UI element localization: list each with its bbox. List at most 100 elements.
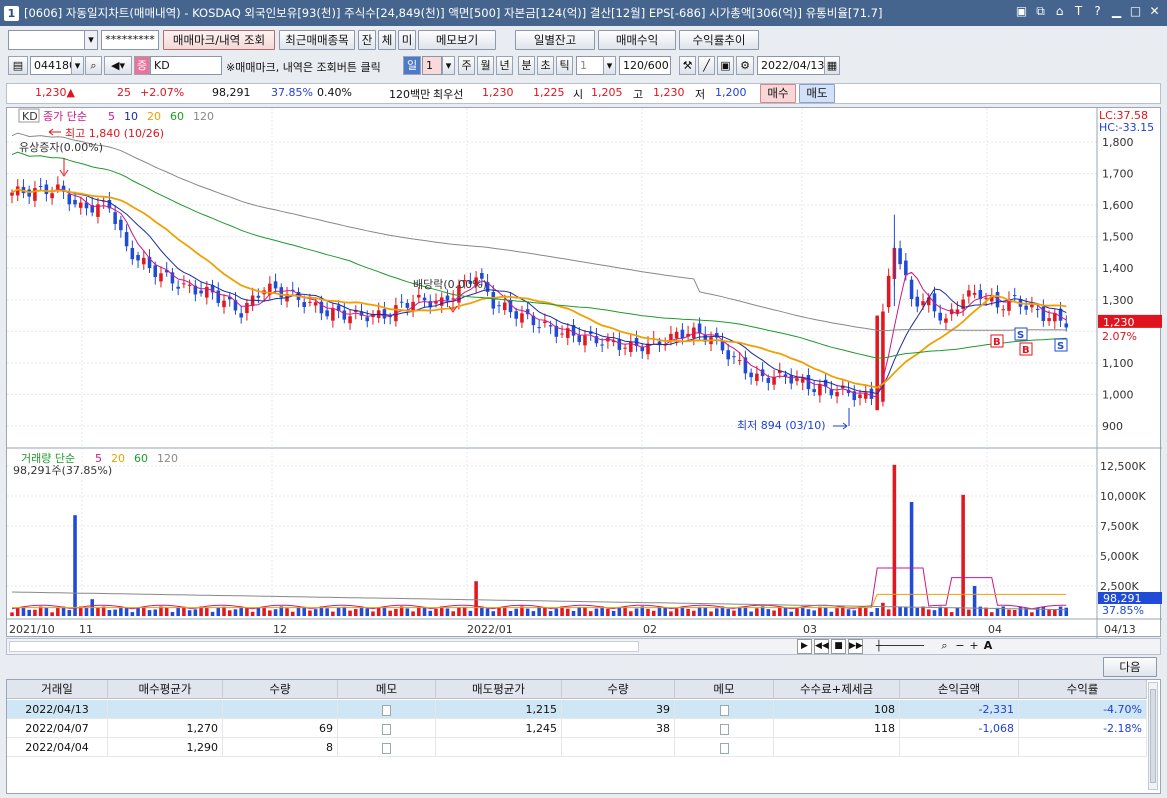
period-week-button[interactable]: 주	[458, 56, 475, 75]
bar-count-input[interactable]: 120/600	[619, 56, 671, 75]
sell-button[interactable]: 매도	[799, 84, 835, 103]
buy-button[interactable]: 매수	[760, 84, 796, 103]
volume-bar	[205, 608, 209, 616]
memo-icon[interactable]	[382, 704, 391, 716]
candle-body	[273, 281, 278, 289]
date-input[interactable]: 2022/04/13	[757, 56, 825, 75]
candle-body	[38, 185, 43, 187]
table-row[interactable]: 2022/04/13 1,215 39 108 -2,331 -4.70%	[7, 700, 1147, 719]
volume-pct: 37.85%	[271, 86, 313, 99]
font-icon[interactable]: T	[1072, 4, 1085, 18]
volume-bar	[147, 610, 152, 616]
lock-icon[interactable]: ⌂	[1053, 4, 1066, 18]
price-tick-label: 1,400	[1102, 262, 1134, 275]
chart-scrollbar[interactable]: ▶ ◀◀ ■ ▶▶ ┼─────── ⌕ − + A	[6, 638, 1161, 655]
chart-area[interactable]: 1,800 1,700 1,600 1,500 1,400 1,300 1,100 1,000…	[6, 107, 1162, 638]
stop-icon[interactable]: ■	[831, 639, 846, 654]
gear-icon[interactable]: ⚙	[736, 56, 754, 75]
indicator-icon[interactable]: ⚒	[679, 56, 696, 75]
save-icon[interactable]: ▣	[717, 56, 734, 75]
scroll-track[interactable]	[9, 641, 639, 652]
cell-sell-memo[interactable]	[675, 738, 774, 757]
calendar-icon[interactable]: ▦	[824, 56, 840, 75]
candle-body	[789, 375, 794, 384]
period-dropdown-icon[interactable]: ▾	[442, 56, 455, 75]
screen-icon[interactable]: ▤	[8, 56, 28, 75]
volume-bar	[554, 608, 559, 616]
rewind-icon[interactable]: ◀◀	[814, 639, 829, 654]
copy-icon[interactable]: ⧉	[1034, 4, 1047, 18]
period-tick-button[interactable]: 틱	[556, 56, 573, 75]
candle-body	[497, 305, 501, 307]
period-year-button[interactable]: 년	[496, 56, 513, 75]
zoom-out-icon[interactable]: −	[954, 639, 966, 654]
cell-buy-memo[interactable]	[338, 738, 436, 757]
candle-body	[520, 313, 524, 323]
memo-icon[interactable]	[719, 704, 729, 716]
memo-icon[interactable]	[382, 723, 391, 735]
account-dropdown-icon[interactable]: ▾	[84, 30, 98, 50]
memo-icon[interactable]	[382, 742, 391, 754]
font-size-icon[interactable]: A	[982, 639, 994, 654]
password-field[interactable]: *********	[101, 30, 159, 50]
stock-code-input[interactable]: 044180	[30, 56, 76, 75]
period-second-button[interactable]: 초	[537, 56, 554, 75]
code-dropdown-icon[interactable]: ▾	[71, 56, 84, 75]
volume-bar	[875, 608, 879, 616]
executed-button[interactable]: 체	[378, 30, 396, 50]
candle-body	[972, 292, 977, 295]
period-month-button[interactable]: 월	[477, 56, 494, 75]
minimize-icon[interactable]: ▁	[1110, 4, 1123, 18]
table-row[interactable]: 2022/04/07 1,270 69 1,245 38 118 -1,068 -2.18%	[7, 719, 1147, 738]
search-icon[interactable]: ⌕	[85, 56, 102, 75]
cell-buy-memo[interactable]	[338, 700, 436, 719]
scroll-right-icon[interactable]: ▶	[797, 639, 812, 654]
volume-bar	[778, 606, 782, 616]
volume-bar	[915, 607, 920, 616]
cell-sell-memo[interactable]	[675, 719, 774, 738]
legend-kd: KD	[22, 110, 38, 123]
stock-name-field[interactable]: KD	[150, 56, 222, 75]
period-number[interactable]: 1	[422, 56, 442, 75]
volume-bar	[926, 609, 931, 616]
sound-icon[interactable]: ◀▾	[104, 56, 132, 75]
memo-icon[interactable]	[719, 723, 729, 735]
zoom-search-icon[interactable]: ⌕	[937, 639, 952, 654]
cell-trade-date: 2022/04/04	[7, 738, 108, 757]
table-scrollbar[interactable]	[1148, 682, 1158, 790]
unexecuted-button[interactable]: 미	[398, 30, 416, 50]
zoom-slider[interactable]: ┼───────	[865, 639, 935, 654]
candle-body	[1030, 304, 1034, 308]
cell-sell-memo[interactable]	[675, 700, 774, 719]
next-button[interactable]: 다음	[1103, 657, 1157, 677]
return-trend-button[interactable]: 수익률추이	[679, 30, 759, 50]
tick-dropdown-icon[interactable]: ▾	[603, 56, 616, 75]
stock-chart[interactable]: 1,800 1,700 1,600 1,500 1,400 1,300 1,100 1,000…	[7, 108, 1162, 638]
fast-forward-icon[interactable]: ▶▶	[848, 639, 863, 654]
recent-trade-button[interactable]: 최근매매종목	[279, 30, 355, 50]
open-price: 1,205	[591, 86, 623, 99]
cell-buy-memo[interactable]	[338, 719, 436, 738]
memo-view-button[interactable]: 메모보기	[418, 30, 496, 50]
close-icon[interactable]: ✕	[1148, 4, 1161, 18]
draw-line-icon[interactable]: ╱	[698, 56, 715, 75]
balance-button[interactable]: 잔	[358, 30, 376, 50]
volume-bar	[382, 606, 387, 616]
layout-icon[interactable]: ▣	[1015, 4, 1028, 18]
trade-profit-button[interactable]: 매매수익	[598, 30, 676, 50]
dividend-label: 배당락(0.00%)	[413, 278, 487, 291]
table-row[interactable]: 2022/04/04 1,290 8	[7, 738, 1147, 757]
trade-mark-query-button[interactable]: 매매마크/내역 조회	[163, 30, 275, 50]
candle-body	[984, 297, 988, 299]
maximize-icon[interactable]: □	[1129, 4, 1142, 18]
help-icon[interactable]: ?	[1091, 4, 1104, 18]
memo-icon[interactable]	[719, 742, 729, 754]
daily-balance-button[interactable]: 일별잔고	[515, 30, 595, 50]
volume-bar	[525, 608, 530, 616]
col-profit: 손익금액	[900, 680, 1019, 699]
zoom-in-icon[interactable]: +	[968, 639, 980, 654]
volume-bar	[1030, 612, 1034, 616]
period-day-button[interactable]: 일	[403, 56, 421, 75]
period-minute-button[interactable]: 분	[518, 56, 535, 75]
tick-number[interactable]: 1	[576, 56, 604, 75]
